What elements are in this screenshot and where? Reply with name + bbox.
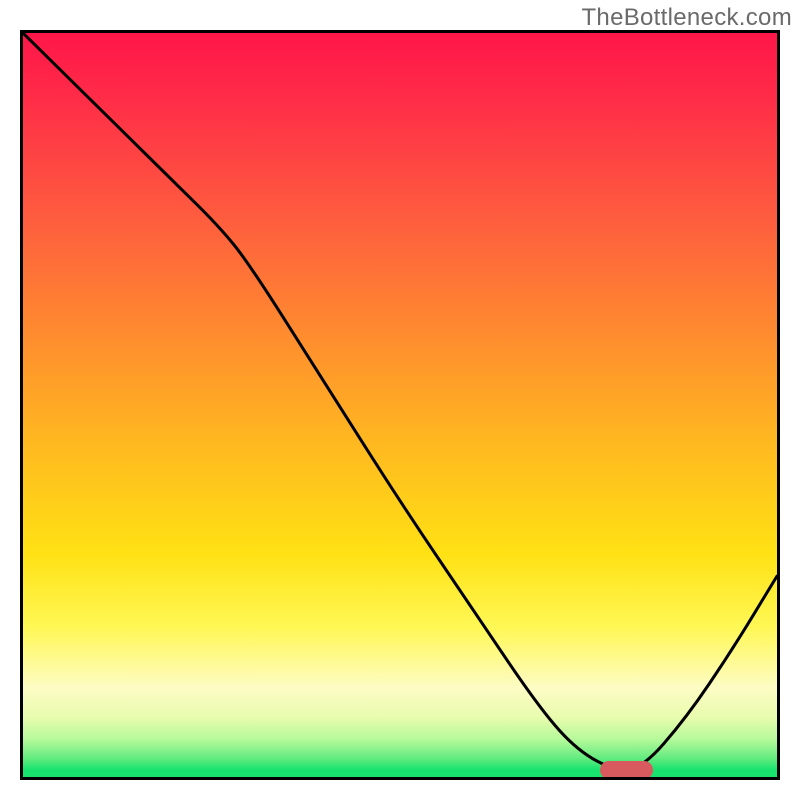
line-curve <box>23 33 777 777</box>
watermark-text: TheBottleneck.com <box>581 4 792 32</box>
plot-area <box>20 30 780 780</box>
bottleneck-path <box>23 33 777 770</box>
chart-container: { "watermark": "TheBottleneck.com", "cha… <box>0 0 800 800</box>
optimal-marker <box>600 761 653 779</box>
